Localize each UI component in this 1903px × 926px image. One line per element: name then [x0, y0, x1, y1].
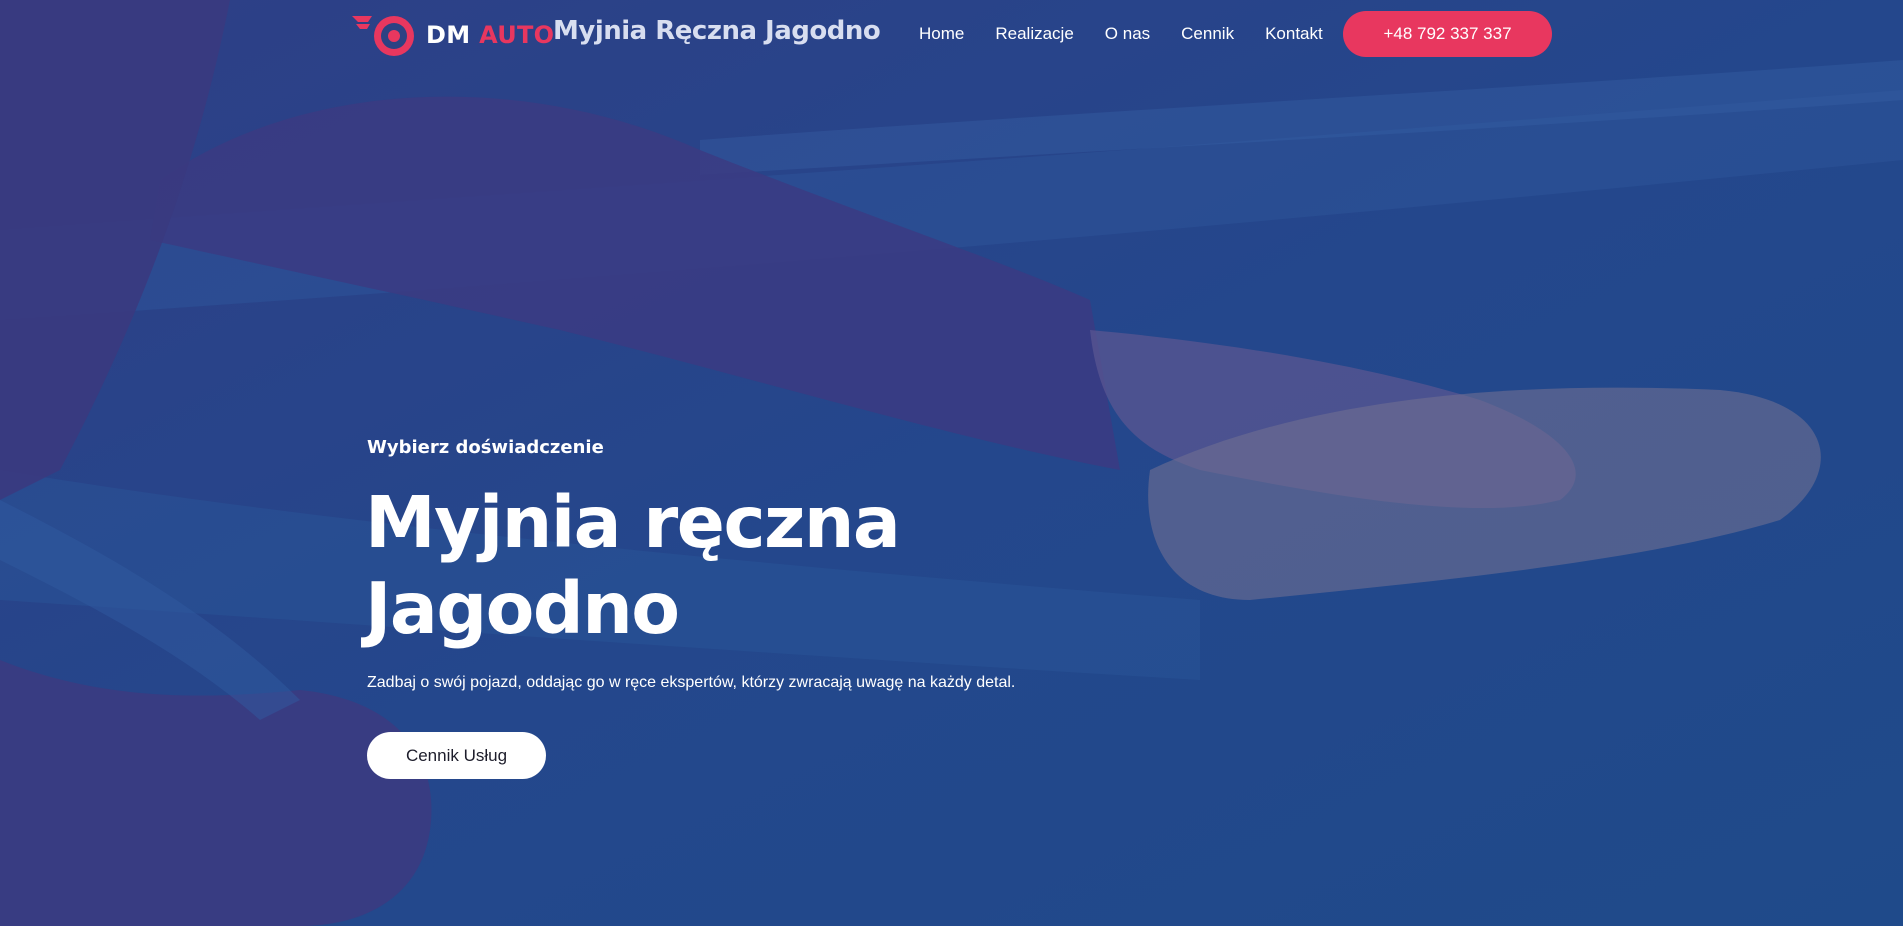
nav-link-cennik[interactable]: Cennik: [1181, 24, 1234, 44]
hero-title-line-1: Myjnia ręczna: [365, 481, 901, 564]
nav-link-realizacje[interactable]: Realizacje: [995, 24, 1073, 44]
price-list-button[interactable]: Cennik Usług: [367, 732, 546, 779]
brand-logo[interactable]: DM AUTO: [350, 10, 554, 60]
hero-title: Myjnia ręczna Jagodno: [365, 480, 1065, 652]
logo-wheel-icon: [352, 16, 414, 56]
nav-link-home[interactable]: Home: [919, 24, 964, 44]
hero-kicker: Wybierz doświadczenie: [367, 437, 604, 458]
site-name[interactable]: Myjnia Ręczna Jagodno: [553, 16, 881, 46]
nav-link-o-nas[interactable]: O nas: [1105, 24, 1150, 44]
hero-title-line-2: Jagodno: [365, 567, 680, 650]
hero-subtitle: Zadbaj o swój pojazd, oddając go w ręce …: [367, 674, 1016, 691]
nav-link-kontakt[interactable]: Kontakt: [1265, 24, 1323, 44]
logo-dm-text: DM: [426, 21, 471, 49]
hero-background-image: [0, 0, 1903, 926]
logo-auto-text: AUTO: [479, 21, 555, 49]
main-nav: Home Realizacje O nas Cennik Kontakt: [919, 24, 1323, 44]
phone-button[interactable]: +48 792 337 337: [1343, 11, 1552, 57]
site-header: DM AUTO Myjnia Ręczna Jagodno Home Reali…: [0, 0, 1903, 70]
